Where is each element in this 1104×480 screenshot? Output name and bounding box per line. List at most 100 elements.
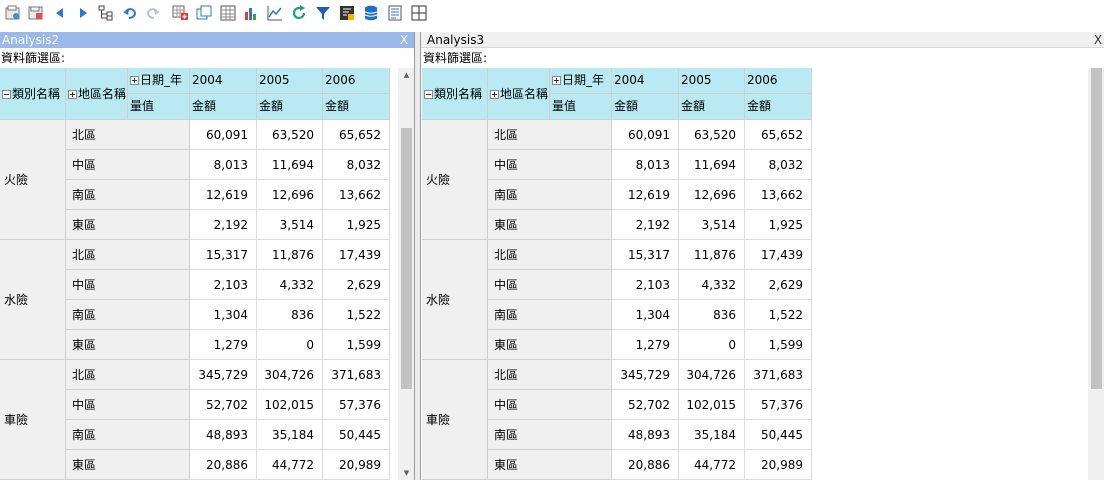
bar-chart-icon[interactable] xyxy=(242,4,260,22)
region-cell: 北區 xyxy=(488,120,612,150)
panel-title: Analysis3 xyxy=(427,33,485,47)
date-dim-label: 日期_年 xyxy=(562,73,605,87)
region-header[interactable]: 地區名稱 xyxy=(66,68,128,120)
value-cell: 1,304 xyxy=(612,300,679,330)
region-header[interactable]: 地區名稱 xyxy=(488,68,550,120)
value-cell: 11,876 xyxy=(257,240,323,270)
value-cell: 8,013 xyxy=(612,150,679,180)
copy-icon[interactable] xyxy=(195,4,213,22)
value-cell: 65,652 xyxy=(745,120,812,150)
amount-header: 金額 xyxy=(257,94,323,120)
value-cell: 1,304 xyxy=(190,300,257,330)
close-panel-button[interactable]: X xyxy=(1092,32,1104,48)
measure-header: 量值 xyxy=(128,94,190,120)
line-chart-icon[interactable] xyxy=(266,4,284,22)
year-header[interactable]: 2005 xyxy=(679,68,745,94)
expand-icon[interactable] xyxy=(552,76,561,85)
save-file-icon[interactable] xyxy=(27,4,45,22)
region-cell: 東區 xyxy=(66,330,190,360)
scroll-up-arrow-icon[interactable]: ▲ xyxy=(398,68,414,82)
value-cell: 1,925 xyxy=(745,210,812,240)
year-header[interactable]: 2005 xyxy=(257,68,323,94)
year-header[interactable]: 2006 xyxy=(323,68,390,94)
value-cell: 48,893 xyxy=(612,420,679,450)
value-cell: 1,599 xyxy=(323,330,390,360)
value-cell: 12,619 xyxy=(612,180,679,210)
region-cell: 南區 xyxy=(488,180,612,210)
close-panel-button[interactable]: X xyxy=(398,32,410,48)
value-cell: 0 xyxy=(257,330,323,360)
expand-icon[interactable] xyxy=(68,90,77,99)
region-header-label: 地區名稱 xyxy=(500,87,549,101)
scroll-down-arrow-icon[interactable]: ▼ xyxy=(398,466,414,480)
date-dim-header[interactable]: 日期_年 xyxy=(550,68,612,94)
year-header[interactable]: 2004 xyxy=(612,68,679,94)
value-cell: 8,032 xyxy=(745,150,812,180)
pivot-grid: 類別名稱 地區名稱 日期_年 量值 2004 2005 2006 金額 金額 金… xyxy=(0,68,392,480)
value-cell: 1,522 xyxy=(745,300,812,330)
undo-icon[interactable] xyxy=(121,4,139,22)
value-cell: 60,091 xyxy=(612,120,679,150)
scrollbar-thumb[interactable] xyxy=(1091,68,1102,390)
toolbar xyxy=(0,0,1104,28)
value-cell: 2,192 xyxy=(190,210,257,240)
value-cell: 35,184 xyxy=(679,420,745,450)
value-cell: 304,726 xyxy=(679,360,745,390)
value-cell: 20,886 xyxy=(612,450,679,480)
tree-icon[interactable] xyxy=(97,4,115,22)
value-cell: 17,439 xyxy=(323,240,390,270)
measure-header: 量值 xyxy=(550,94,612,120)
region-cell: 北區 xyxy=(66,240,190,270)
filter-icon[interactable] xyxy=(314,4,332,22)
value-cell: 13,662 xyxy=(323,180,390,210)
value-cell: 12,696 xyxy=(679,180,745,210)
date-dim-header[interactable]: 日期_年 xyxy=(128,68,190,94)
value-cell: 2,103 xyxy=(612,270,679,300)
value-cell: 48,893 xyxy=(190,420,257,450)
amount-header: 金額 xyxy=(679,94,745,120)
category-header-label: 類別名稱 xyxy=(12,87,61,101)
nav-back-icon[interactable] xyxy=(51,4,69,22)
category-cell: 火險 xyxy=(0,120,66,240)
region-cell: 東區 xyxy=(488,330,612,360)
region-cell: 東區 xyxy=(66,210,190,240)
refresh-icon[interactable] xyxy=(290,4,308,22)
value-cell: 13,662 xyxy=(745,180,812,210)
database-icon[interactable] xyxy=(362,4,380,22)
value-cell: 2,192 xyxy=(612,210,679,240)
grid-view-icon[interactable] xyxy=(219,4,237,22)
region-cell: 中區 xyxy=(488,270,612,300)
category-header[interactable]: 類別名稱 xyxy=(422,68,488,120)
panel-title-bar: Analysis3 X xyxy=(421,32,1104,48)
value-cell: 1,925 xyxy=(323,210,390,240)
expand-icon[interactable] xyxy=(490,90,499,99)
year-header[interactable]: 2006 xyxy=(745,68,812,94)
value-cell: 60,091 xyxy=(190,120,257,150)
amount-header: 金額 xyxy=(323,94,390,120)
category-header-label: 類別名稱 xyxy=(434,87,483,101)
vertical-scrollbar[interactable]: ▲ ▼ xyxy=(398,68,414,480)
value-cell: 52,702 xyxy=(190,390,257,420)
collapse-icon[interactable] xyxy=(2,90,11,99)
report-icon[interactable] xyxy=(386,4,404,22)
value-cell: 57,376 xyxy=(323,390,390,420)
open-file-icon[interactable] xyxy=(4,4,22,22)
region-cell: 中區 xyxy=(66,390,190,420)
region-cell: 南區 xyxy=(488,300,612,330)
category-header[interactable]: 類別名稱 xyxy=(0,68,66,120)
year-header[interactable]: 2004 xyxy=(190,68,257,94)
redo-icon[interactable] xyxy=(144,4,162,22)
value-cell: 0 xyxy=(679,330,745,360)
value-cell: 1,599 xyxy=(745,330,812,360)
add-calc-icon[interactable] xyxy=(171,4,189,22)
region-cell: 北區 xyxy=(488,360,612,390)
scrollbar-thumb[interactable] xyxy=(401,128,412,390)
nav-forward-icon[interactable] xyxy=(74,4,92,22)
expand-icon[interactable] xyxy=(130,76,139,85)
region-cell: 南區 xyxy=(66,420,190,450)
vertical-scrollbar[interactable] xyxy=(1088,68,1104,480)
analysis-panel-left: Analysis2 X 資料篩選區: 類別名稱 地區名稱 日期_年 量值 200… xyxy=(0,32,415,480)
sort-icon[interactable] xyxy=(338,4,356,22)
table-icon[interactable] xyxy=(410,4,428,22)
collapse-icon[interactable] xyxy=(424,90,433,99)
